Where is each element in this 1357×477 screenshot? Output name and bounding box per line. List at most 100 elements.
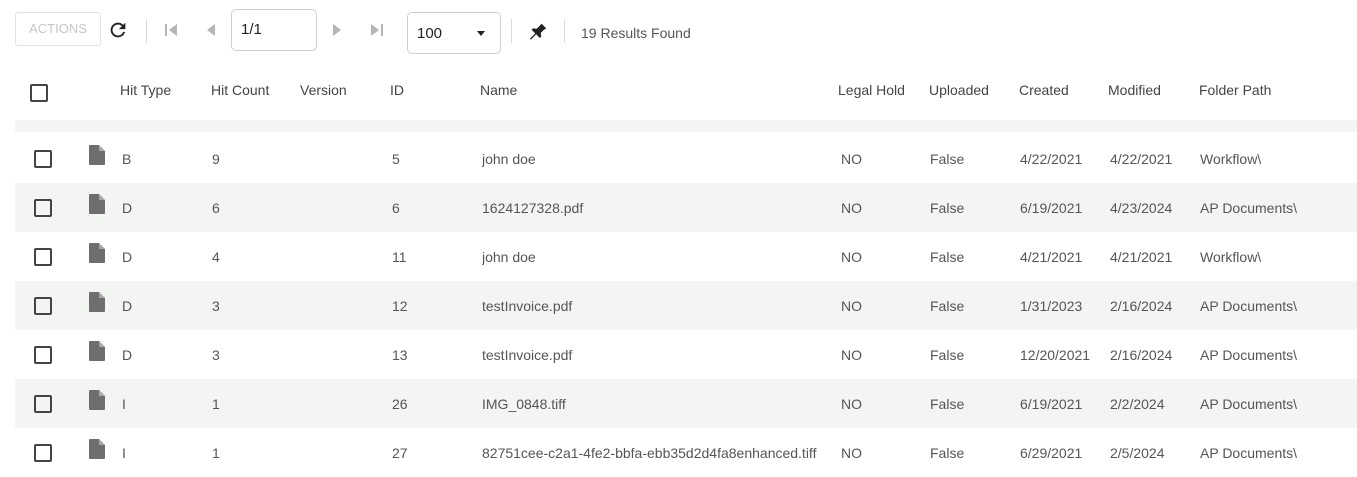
id-cell: 13 <box>392 347 408 363</box>
pin-icon[interactable] <box>527 21 549 43</box>
toolbar-divider <box>511 19 512 43</box>
name-cell[interactable]: john doe <box>482 151 823 167</box>
hit-count-cell: 1 <box>212 445 220 461</box>
name-cell[interactable]: 1624127328.pdf <box>482 200 823 216</box>
hit-type-cell: D <box>122 298 133 314</box>
created-cell: 4/22/2021 <box>1020 151 1083 167</box>
created-cell: 6/19/2021 <box>1020 396 1083 412</box>
name-cell[interactable]: testInvoice.pdf <box>482 347 823 363</box>
uploaded-cell: False <box>930 396 965 412</box>
legal-hold-cell: NO <box>841 445 862 461</box>
hit-count-cell: 3 <box>212 347 220 363</box>
column-header-hit-type[interactable]: Hit Type <box>120 82 171 98</box>
uploaded-cell: False <box>930 298 965 314</box>
legal-hold-cell: NO <box>841 298 862 314</box>
column-header-folder-path[interactable]: Folder Path <box>1199 82 1271 98</box>
table-row[interactable]: D 3 13 testInvoice.pdf NO False 12/20/20… <box>15 330 1357 379</box>
uploaded-cell: False <box>930 200 965 216</box>
document-icon <box>89 341 105 361</box>
name-cell[interactable]: IMG_0848.tiff <box>482 396 823 412</box>
column-header-id[interactable]: ID <box>390 82 404 98</box>
modified-cell: 2/2/2024 <box>1110 396 1165 412</box>
select-all-checkbox[interactable] <box>30 84 48 102</box>
hit-type-cell: D <box>122 249 133 265</box>
modified-cell: 2/5/2024 <box>1110 445 1165 461</box>
first-page-icon[interactable] <box>163 21 179 39</box>
table-row[interactable]: D 4 11 john doe NO False 4/21/2021 4/21/… <box>15 232 1357 281</box>
legal-hold-cell: NO <box>841 249 862 265</box>
table-row[interactable]: I 1 27 82751cee-c2a1-4fe2-bbfa-ebb35d2d4… <box>15 428 1357 477</box>
column-header-name[interactable]: Name <box>480 82 517 98</box>
hit-count-cell: 4 <box>212 249 220 265</box>
refresh-icon[interactable] <box>107 19 129 41</box>
next-page-icon[interactable] <box>330 21 346 39</box>
table-header: Hit Type Hit Count Version ID Name Legal… <box>0 64 1357 119</box>
document-icon <box>89 439 105 459</box>
created-cell: 12/20/2021 <box>1020 347 1091 363</box>
legal-hold-cell: NO <box>841 396 862 412</box>
row-checkbox[interactable] <box>34 297 52 315</box>
hit-type-cell: B <box>122 151 132 167</box>
column-header-hit-count[interactable]: Hit Count <box>211 82 269 98</box>
uploaded-cell: False <box>930 249 965 265</box>
uploaded-cell: False <box>930 445 965 461</box>
page-size-select[interactable]: 100 <box>407 12 501 54</box>
caret-down-icon <box>477 31 485 36</box>
uploaded-cell: False <box>930 151 965 167</box>
column-header-created[interactable]: Created <box>1019 82 1069 98</box>
row-checkbox[interactable] <box>34 444 52 462</box>
document-icon <box>89 292 105 312</box>
column-header-legal-hold[interactable]: Legal Hold <box>838 82 905 98</box>
actions-button[interactable]: ACTIONS <box>15 12 101 46</box>
column-header-modified[interactable]: Modified <box>1108 82 1161 98</box>
created-cell: 6/29/2021 <box>1020 445 1083 461</box>
id-cell: 6 <box>392 200 400 216</box>
table-row[interactable]: B 9 5 john doe NO False 4/22/2021 4/22/2… <box>15 134 1357 183</box>
folder-path-cell: AP Documents\ <box>1200 396 1298 412</box>
row-checkbox[interactable] <box>34 346 52 364</box>
hit-count-cell: 6 <box>212 200 220 216</box>
hit-count-cell: 9 <box>212 151 220 167</box>
modified-cell: 4/23/2024 <box>1110 200 1173 216</box>
table-row[interactable]: D 3 12 testInvoice.pdf NO False 1/31/202… <box>15 281 1357 330</box>
toolbar-divider <box>146 19 147 43</box>
uploaded-cell: False <box>930 347 965 363</box>
column-header-version[interactable]: Version <box>300 82 347 98</box>
modified-cell: 2/16/2024 <box>1110 298 1173 314</box>
name-cell[interactable]: 82751cee-c2a1-4fe2-bbfa-ebb35d2d4fa8enha… <box>482 445 823 461</box>
folder-path-cell: AP Documents\ <box>1200 200 1298 216</box>
row-checkbox[interactable] <box>34 150 52 168</box>
legal-hold-cell: NO <box>841 151 862 167</box>
table-row[interactable]: I 1 26 IMG_0848.tiff NO False 6/19/2021 … <box>15 379 1357 428</box>
legal-hold-cell: NO <box>841 347 862 363</box>
row-checkbox[interactable] <box>34 199 52 217</box>
folder-path-cell: Workflow\ <box>1200 151 1262 167</box>
row-checkbox[interactable] <box>34 395 52 413</box>
id-cell: 11 <box>392 249 407 265</box>
hit-type-cell: I <box>122 445 126 461</box>
modified-cell: 4/21/2021 <box>1110 249 1173 265</box>
id-cell: 5 <box>392 151 400 167</box>
previous-page-icon[interactable] <box>202 21 218 39</box>
created-cell: 6/19/2021 <box>1020 200 1083 216</box>
row-checkbox[interactable] <box>34 248 52 266</box>
id-cell: 27 <box>392 445 408 461</box>
hit-type-cell: D <box>122 200 133 216</box>
hit-type-cell: D <box>122 347 133 363</box>
name-cell[interactable]: testInvoice.pdf <box>482 298 823 314</box>
id-cell: 26 <box>392 396 408 412</box>
grid-toolbar: ACTIONS 1/1 100 19 Results Found <box>0 0 1357 64</box>
column-header-uploaded[interactable]: Uploaded <box>929 82 989 98</box>
last-page-icon[interactable] <box>369 21 385 39</box>
folder-path-cell: AP Documents\ <box>1200 298 1298 314</box>
folder-path-cell: AP Documents\ <box>1200 445 1298 461</box>
hit-type-cell: I <box>122 396 126 412</box>
modified-cell: 2/16/2024 <box>1110 347 1173 363</box>
table-row[interactable]: D 6 6 1624127328.pdf NO False 6/19/2021 … <box>15 183 1357 232</box>
document-icon <box>89 194 105 214</box>
document-icon <box>89 390 105 410</box>
page-number-input[interactable]: 1/1 <box>231 9 317 51</box>
name-cell[interactable]: john doe <box>482 249 823 265</box>
document-icon <box>89 145 105 165</box>
folder-path-cell: AP Documents\ <box>1200 347 1298 363</box>
